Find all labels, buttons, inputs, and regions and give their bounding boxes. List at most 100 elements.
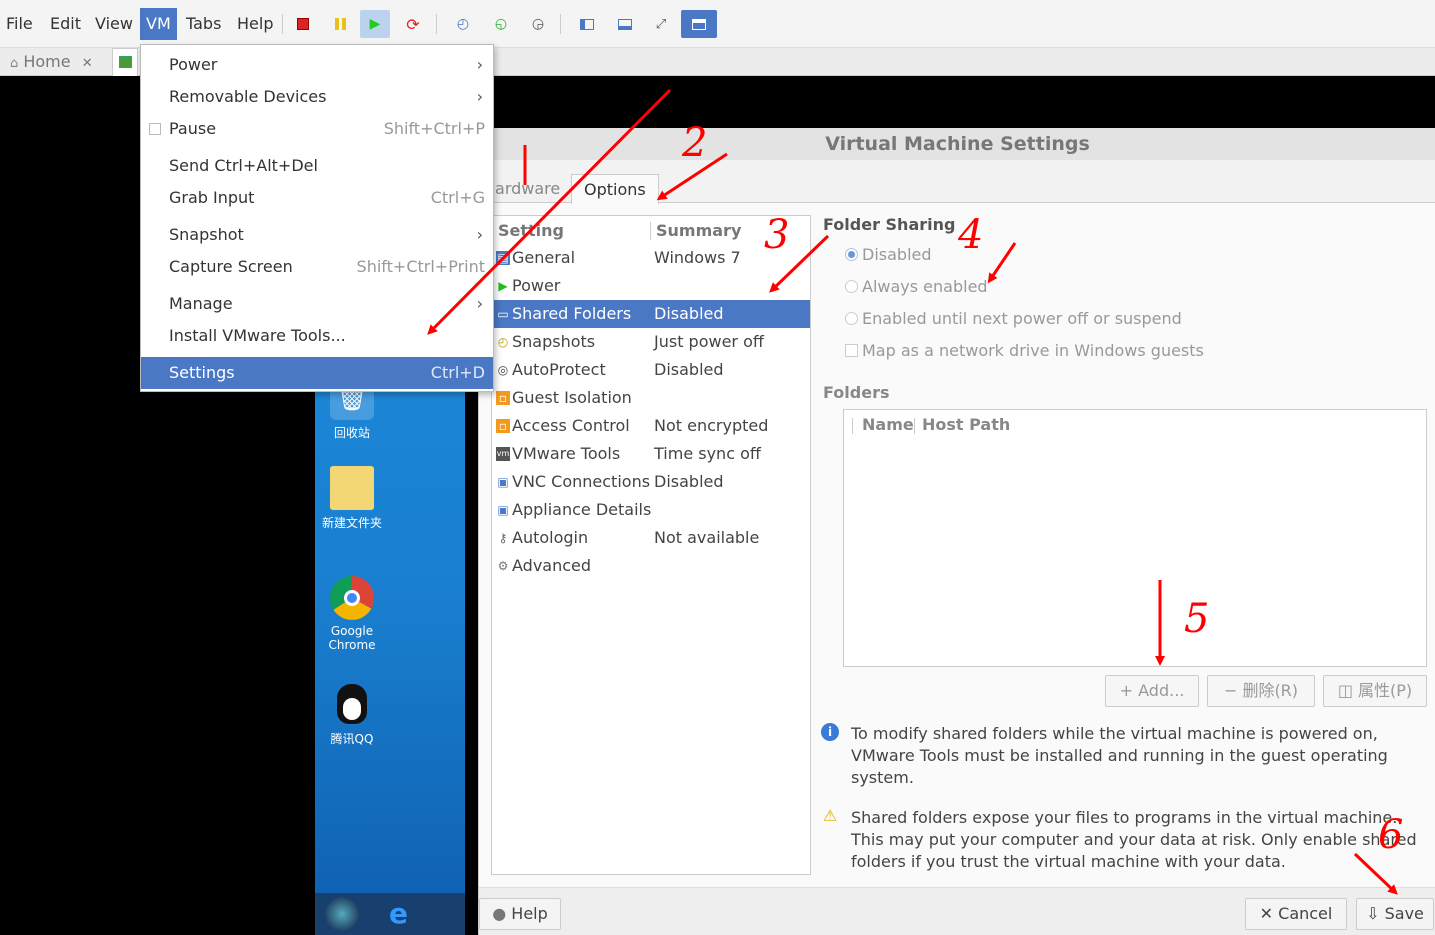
menu-item-label: Send Ctrl+Alt+Del: [169, 156, 318, 175]
setting-row-general[interactable]: ▤ General Windows 7: [492, 244, 810, 272]
setting-summary: Time sync off: [654, 444, 761, 463]
revert-snapshot-icon[interactable]: ◵: [486, 10, 516, 38]
host-path-column-header[interactable]: Host Path: [922, 412, 1010, 438]
name-column-header[interactable]: Name: [862, 412, 914, 438]
add-folder-button[interactable]: + Add...: [1105, 675, 1199, 707]
menu-item-label: Pause: [169, 119, 217, 138]
radio-button: [845, 248, 858, 261]
menu-item-settings[interactable]: Settings Ctrl+D: [141, 357, 493, 389]
suspend-icon[interactable]: [325, 10, 355, 38]
annotation-label-5: 5: [1184, 596, 1210, 642]
start-button-icon[interactable]: [325, 897, 359, 931]
console-view-icon[interactable]: [610, 10, 640, 38]
menu-item-manage[interactable]: Manage ›: [141, 288, 493, 320]
menu-item-shortcut: Shift+Ctrl+Print: [356, 257, 485, 276]
chevron-right-icon: ›: [476, 87, 483, 106]
summary-column-header[interactable]: Summary: [656, 218, 741, 244]
help-button[interactable]: ● Help: [479, 898, 561, 930]
checkbox: [845, 344, 858, 357]
setting-row-access-control[interactable]: ▫ Access Control Not encrypted: [492, 412, 810, 440]
menu-edit[interactable]: Edit: [44, 8, 87, 40]
fullscreen-icon[interactable]: ⤢: [646, 10, 676, 38]
setting-summary: Disabled: [654, 304, 724, 323]
setting-row-autoprotect[interactable]: ◎ AutoProtect Disabled: [492, 356, 810, 384]
internet-explorer-icon[interactable]: e: [389, 899, 408, 929]
radio-always-enabled[interactable]: Always enabled: [845, 275, 988, 299]
close-icon[interactable]: ✕: [82, 56, 93, 71]
menu-vm[interactable]: VM: [140, 8, 177, 40]
close-icon: ✕: [1259, 904, 1279, 923]
radio-enabled-until-power-off[interactable]: Enabled until next power off or suspend: [845, 307, 1182, 331]
setting-row-guest-isolation[interactable]: ▫ Guest Isolation: [492, 384, 810, 412]
menu-item-install-vmware-tools[interactable]: Install VMware Tools...: [141, 320, 493, 352]
setting-summary: Disabled: [654, 472, 724, 491]
settings-column-header[interactable]: Setting: [498, 218, 564, 244]
menu-item-label: Capture Screen: [169, 257, 293, 276]
setting-row-snapshots[interactable]: ◴ Snapshots Just power off: [492, 328, 810, 356]
column-divider: [650, 222, 651, 240]
menu-item-removable-devices[interactable]: Removable Devices ›: [141, 81, 493, 113]
desktop-icon-new-folder[interactable]: 新建文件夹: [315, 466, 389, 531]
menu-item-label: Removable Devices: [169, 87, 327, 106]
setting-name: Power: [512, 276, 561, 295]
tab-options[interactable]: Options: [571, 174, 659, 204]
desktop-icon-qq[interactable]: 腾讯QQ: [315, 682, 389, 747]
menu-item-shortcut: Ctrl+D: [430, 363, 485, 382]
properties-icon: ◫: [1337, 681, 1359, 700]
warning-note: Shared folders expose your files to prog…: [851, 808, 1417, 871]
remove-folder-button[interactable]: − 删除(R): [1207, 675, 1315, 707]
dialog-title: Virtual Machine Settings: [479, 128, 1435, 160]
unity-icon[interactable]: [681, 10, 717, 38]
plus-icon: +: [1119, 681, 1139, 700]
vnc-icon: ▣: [497, 475, 509, 489]
snapshot-icon[interactable]: ◴: [448, 10, 478, 38]
menu-help[interactable]: Help: [231, 8, 279, 40]
setting-row-autologin[interactable]: ⚷ Autologin Not available: [492, 524, 810, 552]
setting-name: Access Control: [512, 416, 630, 435]
settings-list: Setting Summary ▤ General Windows 7 ▶ Po…: [491, 215, 811, 875]
annotation-label-3: 3: [764, 212, 790, 258]
setting-row-vmware-tools[interactable]: vm VMware Tools Time sync off: [492, 440, 810, 468]
tab-vm[interactable]: [112, 48, 138, 76]
restart-icon[interactable]: ⟳: [398, 10, 428, 38]
minus-icon: −: [1223, 681, 1243, 700]
play-icon[interactable]: ▶: [360, 10, 390, 38]
radio-disabled[interactable]: Disabled: [845, 243, 932, 267]
menu-item-snapshot[interactable]: Snapshot ›: [141, 219, 493, 251]
menu-item-send-ctrl-alt-del[interactable]: Send Ctrl+Alt+Del: [141, 150, 493, 182]
setting-name: Shared Folders: [512, 304, 632, 323]
menu-item-power[interactable]: Power ›: [141, 49, 493, 81]
chevron-right-icon: ›: [476, 55, 483, 74]
annotation-label-2: 2: [682, 120, 708, 166]
menu-item-shortcut: Shift+Ctrl+P: [383, 119, 485, 138]
setting-row-power[interactable]: ▶ Power: [492, 272, 810, 300]
setting-row-shared-folders[interactable]: ▭ Shared Folders Disabled: [492, 300, 810, 328]
snapshot-manager-icon[interactable]: ◶: [523, 10, 553, 38]
menu-view[interactable]: View: [89, 8, 139, 40]
setting-row-appliance-details[interactable]: ▣ Appliance Details: [492, 496, 810, 524]
options-tab-panel: Setting Summary ▤ General Windows 7 ▶ Po…: [479, 202, 1435, 887]
setting-name: AutoProtect: [512, 360, 606, 379]
cancel-button[interactable]: ✕ Cancel: [1245, 898, 1347, 930]
menu-tabs[interactable]: Tabs: [180, 8, 227, 40]
annotation-label-6: 6: [1378, 812, 1404, 858]
sidebar-icon[interactable]: [572, 10, 602, 38]
menu-item-capture-screen[interactable]: Capture Screen Shift+Ctrl+Print: [141, 251, 493, 283]
menu-item-grab-input[interactable]: Grab Input Ctrl+G: [141, 182, 493, 214]
desktop-icon-label: 腾讯QQ: [330, 732, 374, 746]
map-network-drive-checkbox[interactable]: Map as a network drive in Windows guests: [845, 339, 1204, 363]
setting-row-vnc-connections[interactable]: ▣ VNC Connections Disabled: [492, 468, 810, 496]
tab-home[interactable]: ⌂ Home ✕: [10, 48, 93, 76]
autoprotect-icon: ◎: [497, 363, 509, 377]
desktop-icon-chrome[interactable]: Google Chrome: [315, 576, 389, 652]
save-button[interactable]: ⇩ Save: [1356, 898, 1434, 930]
folder-properties-button[interactable]: ◫ 属性(P): [1323, 675, 1427, 707]
menu-file[interactable]: File: [0, 8, 39, 40]
vm-settings-dialog: Virtual Machine Settings Setting Summary…: [478, 128, 1435, 935]
setting-row-advanced[interactable]: ⚙ Advanced: [492, 552, 810, 580]
power-off-icon[interactable]: [288, 10, 318, 38]
menu-item-pause[interactable]: Pause Shift+Ctrl+P: [141, 113, 493, 145]
folders-table[interactable]: Name Host Path: [843, 409, 1427, 667]
chevron-right-icon: ›: [476, 294, 483, 313]
setting-summary: Disabled: [654, 360, 724, 379]
